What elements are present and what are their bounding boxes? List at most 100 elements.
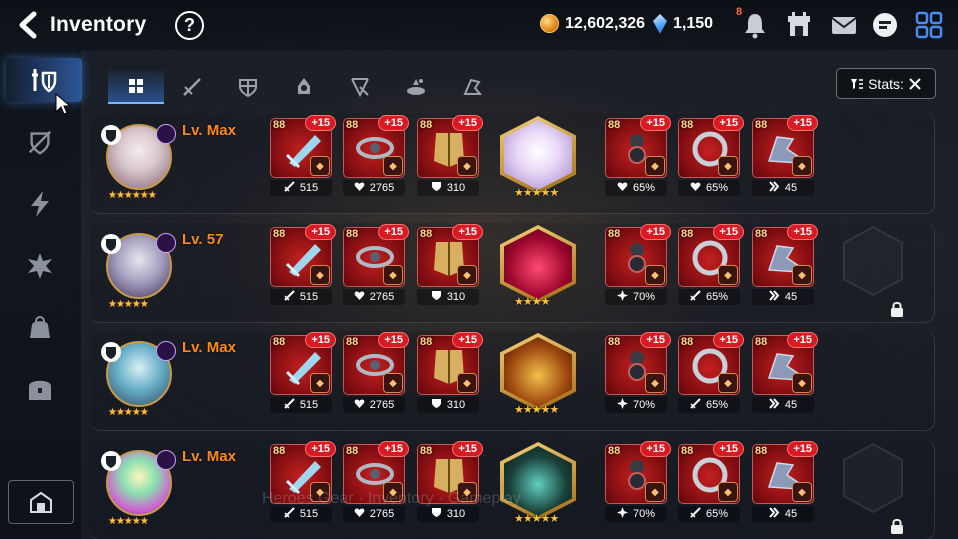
necklace-item[interactable]: 88 +15 ◆ 70% (605, 441, 671, 522)
weapon-item[interactable]: 88 +15 ◆ 515 (270, 332, 336, 413)
armor-item[interactable]: 88 +15 ◆ 310 (417, 332, 483, 413)
attack-stat-icon (284, 290, 295, 304)
set-icon: ◆ (383, 265, 403, 285)
locked-exclusive-slot[interactable] (838, 440, 908, 516)
sidebar-item-exclusive[interactable] (12, 182, 68, 226)
shop-icon[interactable] (784, 10, 814, 40)
item-level: 88 (273, 336, 286, 348)
set-icon: ◆ (383, 156, 403, 176)
stats-filter-button[interactable]: Stats: (836, 68, 936, 99)
artifact-slot[interactable]: ★★★★★ (500, 442, 576, 525)
enhance-badge: +15 (787, 332, 818, 348)
set-icon: ◆ (457, 156, 477, 176)
set-icon: ◆ (645, 156, 665, 176)
item-main-stat: 2765 (343, 397, 405, 413)
ring-item[interactable]: 88 +15 ◆ 65% (678, 332, 744, 413)
enhance-badge: +15 (713, 441, 744, 457)
item-level: 88 (608, 445, 621, 457)
item-main-stat: 515 (270, 180, 332, 196)
item-main-stat: 65% (678, 506, 740, 522)
boots-item[interactable]: 88 +15 ◆ 45 (752, 115, 818, 196)
helmet-item[interactable]: 88 +15 ◆ 2765 (343, 115, 409, 196)
health-stat-icon (354, 398, 365, 412)
hero-level: Lv. Max (182, 339, 236, 356)
necklace-item[interactable]: 88 +15 ◆ 70% (605, 332, 671, 413)
tab-weapon[interactable] (164, 70, 220, 104)
weapon-item[interactable]: 88 +15 ◆ 515 (270, 115, 336, 196)
item-level: 88 (681, 228, 694, 240)
watermark: Heroes Gear · Inventory · Gameplay (262, 490, 521, 507)
tab-ring[interactable] (388, 70, 444, 104)
armor-item[interactable]: 88 +15 ◆ 310 (417, 115, 483, 196)
stat-value: 65% (632, 182, 656, 194)
set-icon: ◆ (718, 156, 738, 176)
crit-stat-icon (616, 398, 628, 412)
artifact-slot[interactable]: ★★★★★ (500, 333, 576, 416)
tab-all[interactable] (108, 70, 164, 104)
mail-icon[interactable] (829, 10, 859, 40)
sidebar-item-material[interactable] (12, 306, 68, 350)
item-level: 88 (273, 228, 286, 240)
enhance-badge: +15 (452, 224, 483, 240)
artifact-stars: ★★★★ (514, 296, 550, 308)
class-icon (101, 234, 121, 254)
weapon-item[interactable]: 88 +15 ◆ 515 (270, 441, 336, 522)
health-stat-icon (354, 507, 365, 521)
helmet-item[interactable]: 88 +15 ◆ 2765 (343, 332, 409, 413)
ring-item[interactable]: 88 +15 ◆ 65% (678, 224, 744, 305)
item-main-stat: 310 (417, 397, 479, 413)
tab-boots[interactable] (444, 70, 500, 104)
item-level: 88 (755, 228, 768, 240)
set-icon: ◆ (457, 265, 477, 285)
hero-equipment-row: Lv. 57 ★★★★★ 88 +15 ◆ 515 88 +15 ◆ 2765 88 +15 ◆ 31… (90, 223, 935, 323)
speed-stat-icon (769, 507, 780, 521)
artifact-slot[interactable]: ★★★★ (500, 225, 576, 308)
bell-icon[interactable] (740, 10, 770, 40)
helmet-item[interactable]: 88 +15 ◆ 2765 (343, 441, 409, 522)
enhance-badge: +15 (787, 224, 818, 240)
item-level: 88 (273, 445, 286, 457)
armor-item[interactable]: 88 +15 ◆ 310 (417, 441, 483, 522)
back-arrow-icon[interactable] (14, 10, 44, 40)
lock-icon (890, 301, 904, 317)
boots-item[interactable]: 88 +15 ◆ 45 (752, 224, 818, 305)
catalyst-icon (28, 253, 52, 279)
crit-stat-icon (616, 290, 628, 304)
lightning-icon (31, 191, 49, 217)
artifact-stars: ★★★★★ (514, 404, 559, 416)
sidebar-item-chest[interactable] (12, 368, 68, 412)
item-main-stat: 45 (752, 289, 814, 305)
grid-menu-icon[interactable] (914, 10, 944, 40)
weapon-item[interactable]: 88 +15 ◆ 515 (270, 224, 336, 305)
help-button[interactable]: ? (175, 11, 204, 40)
enhance-badge: +15 (640, 224, 671, 240)
necklace-item[interactable]: 88 +15 ◆ 65% (605, 115, 671, 196)
ring-item[interactable]: 88 +15 ◆ 65% (678, 115, 744, 196)
storage-button[interactable] (8, 480, 74, 524)
tab-armor[interactable] (220, 70, 276, 104)
equipment-icon (32, 69, 57, 93)
stat-value: 310 (446, 291, 466, 303)
sidebar-item-catalyst[interactable] (12, 244, 68, 288)
speed-stat-icon (769, 181, 780, 195)
necklace-item[interactable]: 88 +15 ◆ 70% (605, 224, 671, 305)
enhance-badge: +15 (378, 115, 409, 131)
attack-stat-icon (284, 507, 295, 521)
helmet-item[interactable]: 88 +15 ◆ 2765 (343, 224, 409, 305)
hero-stars: ★★★★★ (108, 516, 149, 527)
crystal-amount: 1,150 (673, 15, 714, 32)
gold-amount: 12,602,326 (565, 14, 646, 32)
chat-icon[interactable] (870, 10, 900, 40)
sidebar-item-artifact[interactable] (12, 120, 68, 164)
tab-necklace[interactable] (332, 70, 388, 104)
ring-item[interactable]: 88 +15 ◆ 65% (678, 441, 744, 522)
boots-item[interactable]: 88 +15 ◆ 45 (752, 441, 818, 522)
item-main-stat: 2765 (343, 289, 405, 305)
enhance-badge: +15 (452, 115, 483, 131)
locked-exclusive-slot[interactable] (838, 223, 908, 299)
artifact-slot[interactable]: ★★★★★ (500, 116, 576, 199)
armor-item[interactable]: 88 +15 ◆ 310 (417, 224, 483, 305)
boots-item[interactable]: 88 +15 ◆ 45 (752, 332, 818, 413)
tab-helmet[interactable] (276, 70, 332, 104)
item-main-stat: 70% (605, 397, 667, 413)
